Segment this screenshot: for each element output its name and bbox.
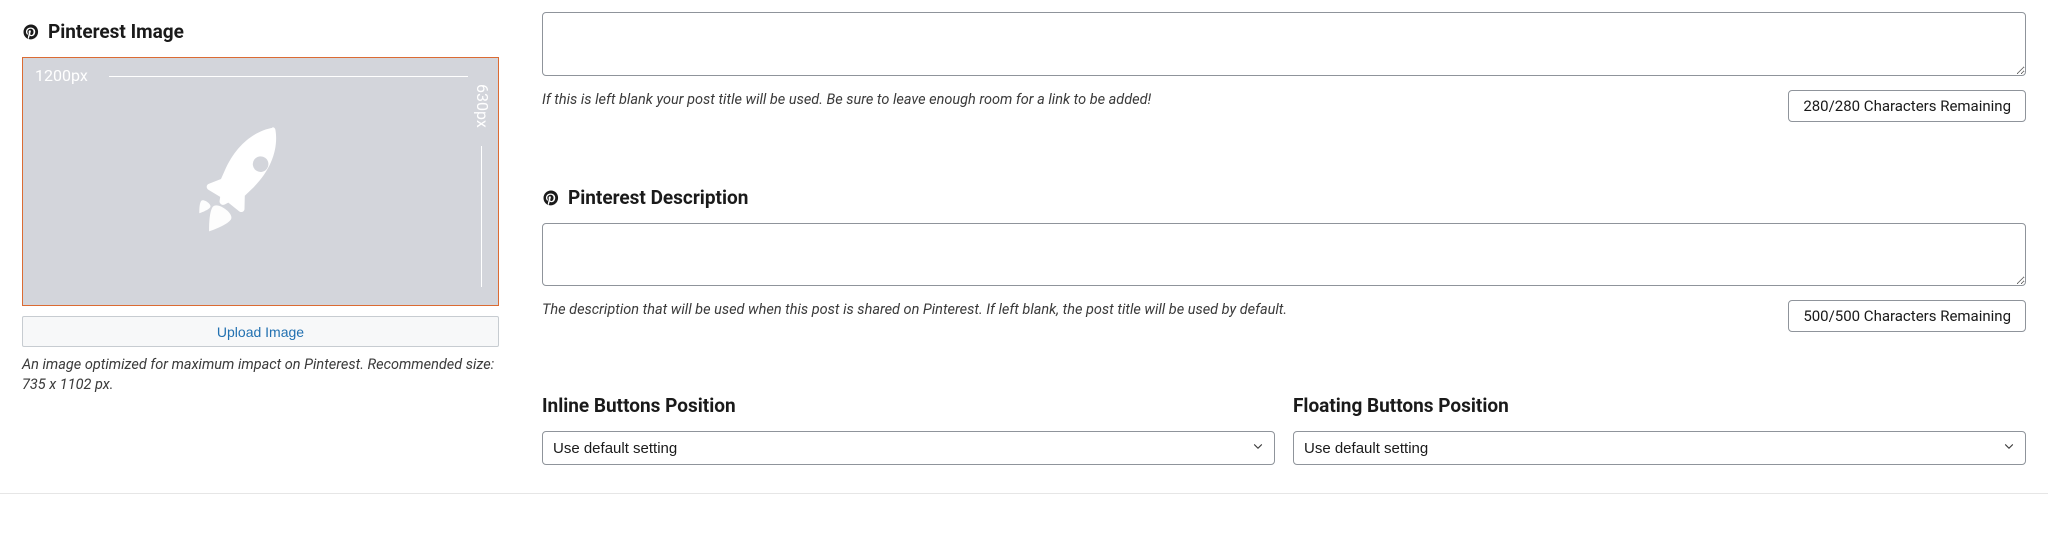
width-dim-label: 1200px (35, 66, 88, 85)
inline-buttons-heading: Inline Buttons Position (542, 394, 1275, 417)
title-hint: If this is left blank your post title wi… (542, 90, 1151, 110)
pinterest-icon (22, 23, 40, 41)
title-textarea[interactable] (542, 12, 2026, 76)
pinterest-icon (542, 189, 560, 207)
pinterest-description-heading-text: Pinterest Description (568, 186, 748, 209)
description-textarea[interactable] (542, 223, 2026, 286)
upload-image-button-label: Upload Image (217, 324, 304, 340)
pinterest-image-heading-text: Pinterest Image (48, 20, 184, 43)
image-placeholder[interactable]: 1200px 630px (22, 57, 499, 306)
image-help-text: An image optimized for maximum impact on… (22, 355, 499, 396)
floating-buttons-select[interactable]: Use default setting (1293, 431, 2026, 465)
height-dim-label: 630px (473, 84, 492, 128)
rocket-icon (180, 117, 310, 251)
title-counter: 280/280 Characters Remaining (1788, 90, 2026, 122)
inline-buttons-select[interactable]: Use default setting (542, 431, 1275, 465)
height-dim-line (481, 146, 482, 287)
description-counter: 500/500 Characters Remaining (1788, 300, 2026, 332)
width-dim-line (109, 76, 468, 77)
pinterest-description-heading: Pinterest Description (542, 186, 2026, 209)
upload-image-button[interactable]: Upload Image (22, 316, 499, 347)
pinterest-image-heading: Pinterest Image (22, 20, 502, 43)
floating-buttons-heading: Floating Buttons Position (1293, 394, 2026, 417)
description-hint: The description that will be used when t… (542, 300, 1287, 320)
